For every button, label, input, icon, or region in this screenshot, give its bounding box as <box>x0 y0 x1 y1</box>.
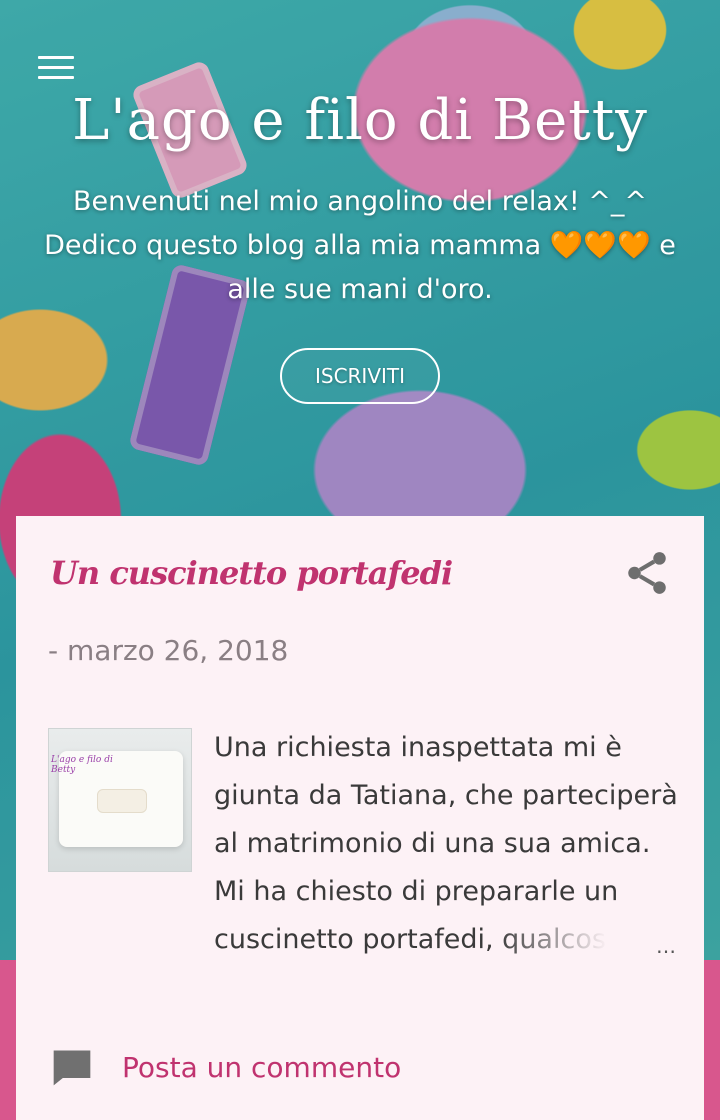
hamburger-menu-icon[interactable] <box>38 56 74 82</box>
post-date: - marzo 26, 2018 <box>48 634 289 667</box>
thumbnail-caption: L'ago e filo di Betty <box>51 755 113 775</box>
blog-title[interactable]: L'ago e filo di Betty <box>0 88 720 153</box>
snippet-fade <box>496 916 656 964</box>
ribbon-bow <box>97 789 147 813</box>
post-comment-link[interactable]: Posta un commento <box>50 1042 401 1092</box>
post-title[interactable]: Un cuscinetto portafedi <box>50 554 590 592</box>
subscribe-button[interactable]: ISCRIVITI <box>280 348 440 404</box>
blog-description: Benvenuti nel mio angolino del relax! ^_… <box>44 186 676 305</box>
share-icon[interactable] <box>622 548 672 598</box>
comment-icon <box>53 1050 91 1086</box>
read-more-link[interactable]: … <box>656 934 676 958</box>
comment-label: Posta un commento <box>122 1050 402 1084</box>
post-thumbnail[interactable]: L'ago e filo di Betty <box>48 728 192 872</box>
post-card: Un cuscinetto portafedi - marzo 26, 2018… <box>16 516 704 1120</box>
